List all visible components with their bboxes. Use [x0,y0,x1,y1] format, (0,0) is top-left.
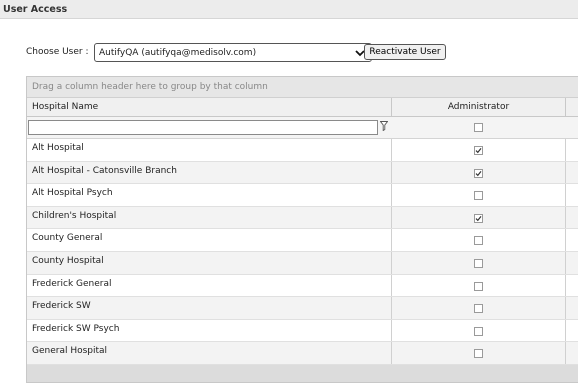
administrator-cell [392,161,566,184]
column-headers: Hospital Name Administrator [27,98,578,117]
table-row[interactable]: Frederick SW [27,297,578,320]
administrator-checkbox[interactable] [474,191,483,201]
administrator-cell [392,229,566,251]
hospital-grid: Drag a column header here to group by th… [26,76,578,383]
administrator-checkbox[interactable] [474,349,483,359]
administrator-cell [392,342,566,364]
reactivate-user-button[interactable]: Reactivate User [364,44,446,60]
table-row[interactable]: Frederick SW Psych [27,319,578,343]
hospital-name-cell: Frederick General [27,274,392,297]
column-header-hospital-name[interactable]: Hospital Name [27,98,392,116]
filter-icon[interactable] [380,121,388,131]
table-row[interactable]: Children's Hospital [27,206,578,230]
table-row[interactable]: Alt Hospital Psych [27,184,578,207]
administrator-cell [392,251,566,274]
hospital-name-cell: Alt Hospital - Catonsville Branch [27,161,392,184]
panel-title: User Access [3,4,68,15]
choose-user-label: Choose User : [26,47,89,57]
table-row[interactable]: General Hospital [27,342,578,365]
hospital-name-cell: Alt Hospital Psych [27,184,392,206]
hospital-rows: Alt Hospital Alt Hospital - Catonsville … [27,139,578,365]
hospital-name-cell: Children's Hospital [27,206,392,229]
table-row[interactable]: Alt Hospital - Catonsville Branch [27,161,578,185]
hospital-name-cell: General Hospital [27,342,392,364]
hospital-name-cell: Frederick SW [27,297,392,319]
user-select-value: AutifyQA (autifyqa@medisolv.com) [99,48,257,58]
administrator-cell [392,297,566,319]
hospital-name-filter-input[interactable] [28,120,378,135]
table-row[interactable]: County General [27,229,578,252]
administrator-checkbox-checked[interactable] [474,168,483,178]
group-by-panel[interactable]: Drag a column header here to group by th… [27,77,578,98]
checkmark-icon [475,170,482,176]
administrator-checkbox-checked[interactable] [474,213,483,223]
administrator-cell [392,319,566,342]
table-row[interactable]: Frederick General [27,274,578,298]
panel-header: User Access [0,0,578,19]
user-chooser: Choose User : AutifyQA (autifyqa@medisol… [26,43,466,63]
administrator-checkbox[interactable] [474,258,483,268]
administrator-checkbox[interactable] [474,281,483,291]
filter-row [27,117,578,139]
administrator-checkbox-checked[interactable] [474,146,483,155]
hospital-name-cell: Frederick SW Psych [27,319,392,342]
administrator-cell [392,139,566,161]
administrator-cell [392,184,566,206]
table-row[interactable]: County Hospital [27,251,578,275]
administrator-checkbox[interactable] [474,326,483,336]
checkmark-icon [475,148,482,154]
hospital-name-cell: County General [27,229,392,251]
group-by-hint: Drag a column header here to group by th… [32,82,268,92]
user-select-dropdown[interactable]: AutifyQA (autifyqa@medisolv.com) [94,43,372,62]
administrator-checkbox[interactable] [474,236,483,246]
hospital-name-cell: County Hospital [27,251,392,274]
table-row[interactable]: Alt Hospital [27,139,578,162]
checkmark-icon [475,215,482,222]
column-header-administrator[interactable]: Administrator [392,98,566,116]
hospital-name-cell: Alt Hospital [27,139,392,161]
administrator-checkbox[interactable] [474,304,483,314]
administrator-cell [392,206,566,229]
administrator-filter-checkbox[interactable] [474,123,483,132]
administrator-cell [392,274,566,297]
